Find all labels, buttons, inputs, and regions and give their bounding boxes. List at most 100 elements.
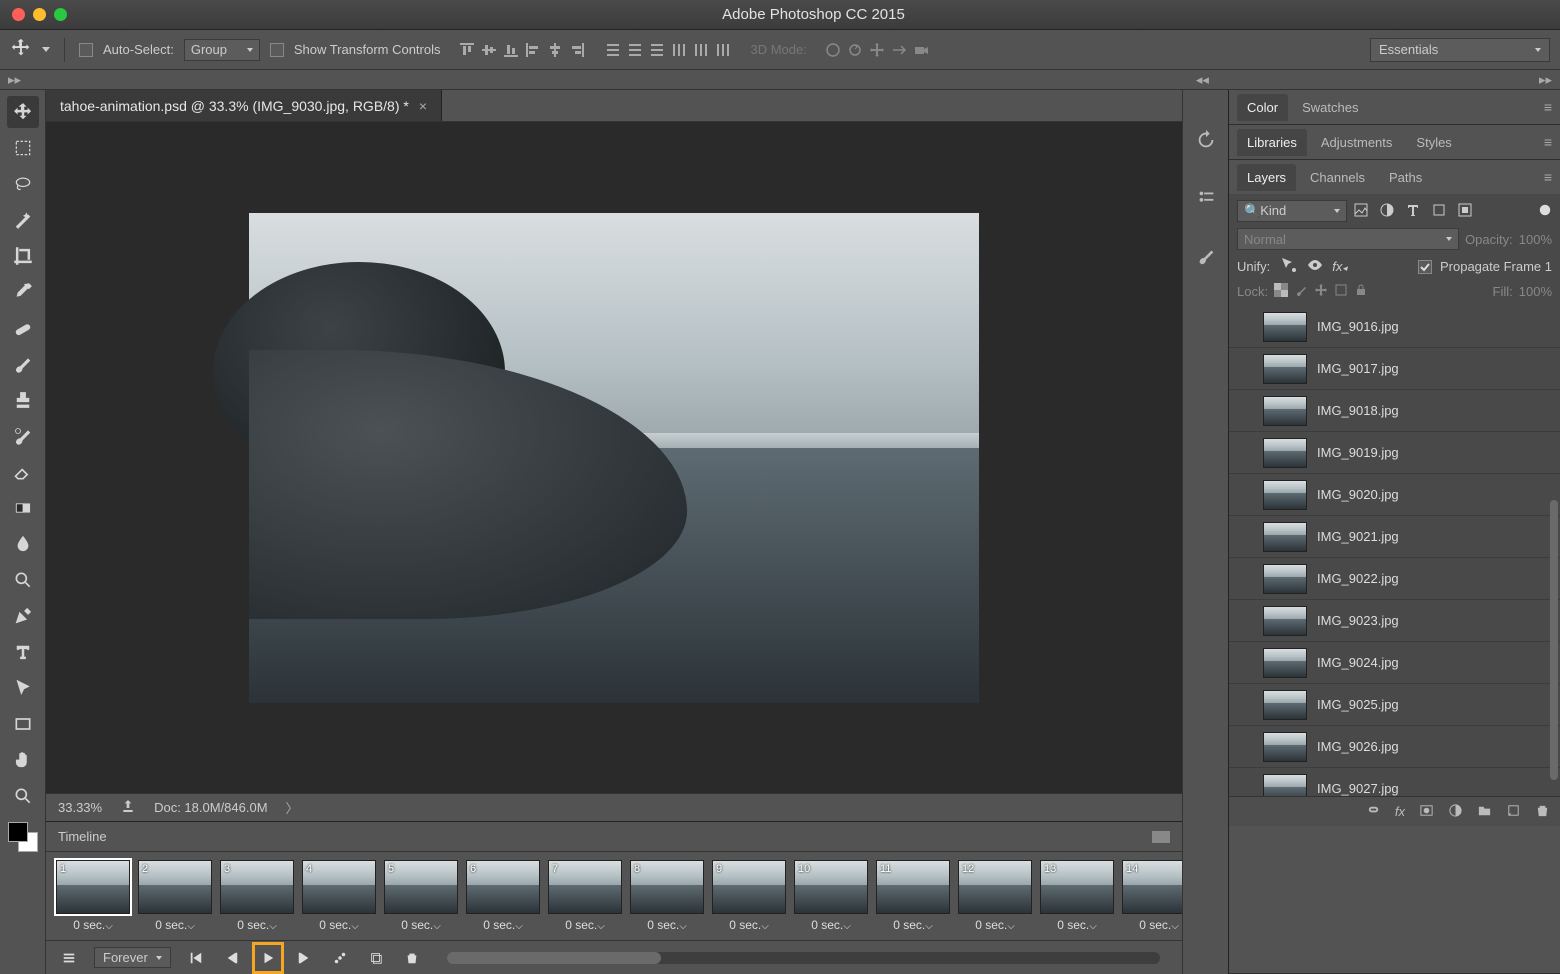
frame-delay[interactable]: 0 sec.⌵ — [876, 918, 950, 932]
collapse-panels-icon[interactable]: ◂◂ — [1196, 72, 1209, 88]
timeline-frame[interactable]: 2 0 sec.⌵ — [138, 860, 212, 932]
unify-position-icon[interactable] — [1280, 256, 1298, 277]
layer-row[interactable]: IMG_9022.jpg — [1229, 558, 1560, 600]
brush-tool[interactable] — [7, 348, 39, 380]
fg-bg-swatches[interactable] — [8, 822, 38, 852]
hand-tool[interactable] — [7, 744, 39, 776]
lock-all-icon[interactable] — [1354, 283, 1368, 300]
3d-camera-icon[interactable] — [911, 40, 931, 60]
first-frame-button[interactable] — [185, 947, 207, 969]
layers-scrollbar[interactable] — [1550, 500, 1558, 780]
layer-row[interactable]: IMG_9026.jpg — [1229, 726, 1560, 768]
frame-delay[interactable]: 0 sec.⌵ — [630, 918, 704, 932]
doc-size[interactable]: Doc: 18.0M/846.0M — [154, 800, 267, 815]
tab-color[interactable]: Color — [1237, 94, 1288, 121]
frame-delay[interactable]: 0 sec.⌵ — [220, 918, 294, 932]
3d-pan-icon[interactable] — [867, 40, 887, 60]
layer-group-icon[interactable] — [1477, 803, 1492, 821]
panel-menu-icon[interactable]: ≡ — [1544, 99, 1552, 115]
timeline-frame[interactable]: 4 0 sec.⌵ — [302, 860, 376, 932]
rectangle-tool[interactable] — [7, 708, 39, 740]
timeline-frame[interactable]: 11 0 sec.⌵ — [876, 860, 950, 932]
visibility-icon[interactable] — [1239, 404, 1253, 418]
window-minimize-icon[interactable] — [33, 8, 46, 21]
timeline-frame[interactable]: 6 0 sec.⌵ — [466, 860, 540, 932]
blur-tool[interactable] — [7, 528, 39, 560]
prev-frame-button[interactable] — [221, 947, 243, 969]
auto-select-dropdown[interactable]: Group — [184, 39, 260, 61]
filter-shape-icon[interactable] — [1431, 202, 1447, 221]
layer-filter-kind[interactable]: 🔍Kind — [1237, 200, 1347, 222]
tab-channels[interactable]: Channels — [1300, 164, 1375, 191]
document-canvas[interactable] — [249, 213, 979, 703]
3d-orbit-icon[interactable] — [823, 40, 843, 60]
timeline-menu-icon[interactable] — [1152, 831, 1170, 843]
tool-preset-dropdown-icon[interactable] — [42, 47, 50, 52]
path-selection-tool[interactable] — [7, 672, 39, 704]
dist-bottom-icon[interactable] — [647, 40, 667, 60]
layer-fx-icon[interactable]: fx — [1395, 804, 1405, 819]
layer-row[interactable]: IMG_9024.jpg — [1229, 642, 1560, 684]
lock-transparency-icon[interactable] — [1274, 283, 1288, 300]
canvas-area[interactable] — [46, 122, 1182, 793]
visibility-icon[interactable] — [1239, 530, 1253, 544]
unify-style-icon[interactable]: fx◂ — [1332, 259, 1347, 274]
timeline-frame[interactable]: 8 0 sec.⌵ — [630, 860, 704, 932]
delete-frame-button[interactable] — [401, 947, 423, 969]
properties-panel-icon[interactable] — [1192, 184, 1220, 212]
filter-adjust-icon[interactable] — [1379, 202, 1395, 221]
zoom-level[interactable]: 33.33% — [58, 800, 102, 815]
layer-row[interactable]: IMG_9020.jpg — [1229, 474, 1560, 516]
filter-toggle-icon[interactable] — [1538, 203, 1552, 220]
frame-delay[interactable]: 0 sec.⌵ — [1040, 918, 1114, 932]
visibility-icon[interactable] — [1239, 446, 1253, 460]
propagate-checkbox[interactable] — [1418, 260, 1432, 274]
frame-delay[interactable]: 0 sec.⌵ — [794, 918, 868, 932]
new-layer-icon[interactable] — [1506, 803, 1521, 821]
visibility-icon[interactable] — [1239, 614, 1253, 628]
move-tool-icon[interactable] — [10, 37, 32, 62]
zoom-tool[interactable] — [7, 780, 39, 812]
window-close-icon[interactable] — [12, 8, 25, 21]
link-layers-icon[interactable] — [1366, 803, 1381, 821]
layer-row[interactable]: IMG_9023.jpg — [1229, 600, 1560, 642]
dist-right-icon[interactable] — [713, 40, 733, 60]
filter-pixel-icon[interactable] — [1353, 202, 1369, 221]
frame-delay[interactable]: 0 sec.⌵ — [384, 918, 458, 932]
layer-row[interactable]: IMG_9021.jpg — [1229, 516, 1560, 558]
close-tab-icon[interactable]: × — [419, 98, 427, 114]
3d-roll-icon[interactable] — [845, 40, 865, 60]
visibility-icon[interactable] — [1239, 782, 1253, 796]
visibility-icon[interactable] — [1239, 320, 1253, 334]
layer-row[interactable]: IMG_9017.jpg — [1229, 348, 1560, 390]
align-top-icon[interactable] — [457, 40, 477, 60]
dist-vcenter-icon[interactable] — [625, 40, 645, 60]
transform-controls-checkbox[interactable] — [270, 43, 284, 57]
frame-delay[interactable]: 0 sec.⌵ — [1122, 918, 1182, 932]
layer-row[interactable]: IMG_9016.jpg — [1229, 306, 1560, 348]
workspace-switcher[interactable]: Essentials — [1370, 38, 1550, 62]
lock-artboard-icon[interactable] — [1334, 283, 1348, 300]
gradient-tool[interactable] — [7, 492, 39, 524]
dodge-tool[interactable] — [7, 564, 39, 596]
timeline-frame[interactable]: 9 0 sec.⌵ — [712, 860, 786, 932]
play-button[interactable] — [257, 947, 279, 969]
visibility-icon[interactable] — [1239, 362, 1253, 376]
expand-panels-left-icon[interactable]: ▸▸ — [8, 72, 21, 88]
auto-select-checkbox[interactable] — [79, 43, 93, 57]
tab-adjustments[interactable]: Adjustments — [1311, 129, 1403, 156]
align-right-icon[interactable] — [567, 40, 587, 60]
timeline-frame[interactable]: 3 0 sec.⌵ — [220, 860, 294, 932]
document-tab[interactable]: tahoe-animation.psd @ 33.3% (IMG_9030.jp… — [46, 90, 442, 121]
align-left-icon[interactable] — [523, 40, 543, 60]
eraser-tool[interactable] — [7, 456, 39, 488]
align-hcenter-icon[interactable] — [545, 40, 565, 60]
convert-timeline-icon[interactable] — [58, 947, 80, 969]
timeline-frame[interactable]: 7 0 sec.⌵ — [548, 860, 622, 932]
panel-menu-icon[interactable]: ≡ — [1544, 134, 1552, 150]
layer-row[interactable]: IMG_9025.jpg — [1229, 684, 1560, 726]
lock-pixels-icon[interactable] — [1294, 283, 1308, 300]
timeline-frame[interactable]: 12 0 sec.⌵ — [958, 860, 1032, 932]
timeline-frame[interactable]: 14 0 sec.⌵ — [1122, 860, 1182, 932]
share-icon[interactable] — [120, 798, 136, 817]
